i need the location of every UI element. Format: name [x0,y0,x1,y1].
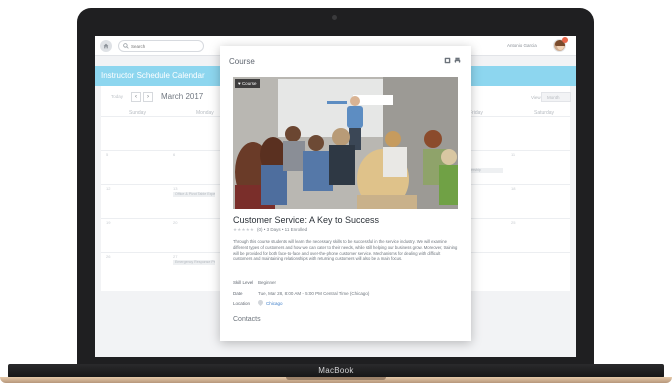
course-description: Through this course students will learn … [233,239,458,262]
user-name[interactable]: Antonio Garcia [507,43,537,48]
page-title: Instructor Schedule Calendar [101,71,205,80]
course-meta: (0) • 3 Days • 11 Enrolled [257,227,308,232]
laptop-notch [286,377,386,380]
view-select[interactable]: Month [541,92,571,102]
course-type-badge-label: Course [241,81,257,86]
location-label: Location [233,301,251,306]
skill-level-label: Skill Level [233,280,254,285]
print-icon[interactable] [454,57,461,64]
location-link[interactable]: Chicago [266,301,283,306]
home-button[interactable] [100,40,112,52]
course-type-badge: ♥ Course [235,79,261,88]
modal-title: Course [229,57,255,66]
date-cell[interactable]: 11 [511,152,515,157]
laptop-base: MacBook [0,364,672,385]
date-cell[interactable]: 25 [511,220,515,225]
home-icon [103,43,109,49]
rating-count: (0) [257,227,263,232]
search-box[interactable] [118,40,204,52]
view-label: View [531,95,541,100]
contacts-heading: Contacts [233,316,261,323]
search-input[interactable] [131,42,201,51]
date-cell[interactable]: 20 [173,220,177,225]
course-name: Customer Service: A Key to Success [233,215,380,225]
calendar-event[interactable]: Office & Pivot Table Expert [173,192,215,197]
date-cell[interactable]: 6 [173,152,175,157]
date-label: Date [233,291,243,296]
date-cell[interactable]: 27 [173,254,177,259]
date-cell[interactable]: 26 [106,254,110,259]
date-cell[interactable]: 19 [106,220,110,225]
chevron-right-icon: › [147,94,149,100]
next-month-button[interactable]: › [143,92,153,102]
classroom-photo [233,77,458,209]
month-label: March 2017 [161,92,204,101]
notification-badge [562,37,568,43]
skill-level-value: Beginner [258,280,277,285]
date-value: Tue, Mar 28, 8:00 AM - 5:00 PM Central T… [258,291,370,296]
course-duration: 3 Days [266,227,281,232]
view-select-value: Month [547,95,560,100]
date-cell[interactable]: 12 [106,186,110,191]
location-pin-icon [256,298,265,307]
webcam [332,15,337,20]
date-cell[interactable]: 5 [106,152,108,157]
share-icon[interactable] [444,57,451,64]
rating-stars-icon[interactable]: ★★★★★ [233,227,254,233]
course-modal: Course ♥ Course Customer Service: A Key … [220,46,471,341]
prev-month-button[interactable]: ‹ [131,92,141,102]
date-cell[interactable]: 13 [173,186,177,191]
chevron-left-icon: ‹ [135,94,137,100]
date-cell[interactable]: 18 [511,186,515,191]
today-button[interactable]: Today [111,94,123,99]
course-hero-image: ♥ Course [233,77,458,209]
enrolled-count: 11 Enrolled [284,227,308,232]
search-icon [123,43,129,49]
laptop-scene: Antonio Garcia Instructor Schedule Calen… [0,0,672,385]
calendar-event[interactable]: Emergency Response Procedures [173,260,215,265]
laptop-brand: MacBook [318,366,354,375]
